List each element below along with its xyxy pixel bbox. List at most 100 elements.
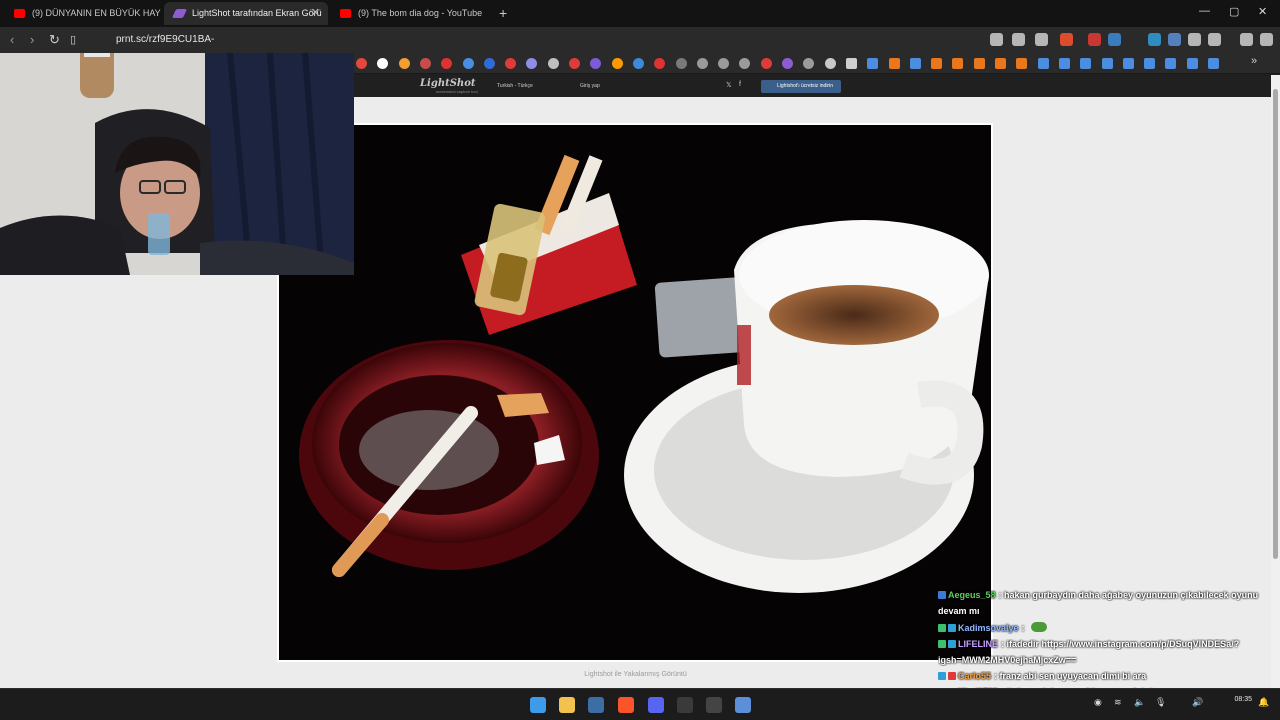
bookmark-icon[interactable] xyxy=(1080,58,1091,69)
bookmark-icon[interactable] xyxy=(1144,58,1155,69)
obs-icon[interactable] xyxy=(677,697,693,713)
bookmark-icon[interactable] xyxy=(420,58,431,69)
brave-browser-icon[interactable] xyxy=(618,697,634,713)
chat-message: devam mı xyxy=(938,606,1274,617)
bookmark-icon[interactable] xyxy=(1165,58,1176,69)
bookmark-icon[interactable] xyxy=(697,58,708,69)
twitter-icon[interactable]: 𝕏 xyxy=(726,81,732,89)
bookmark-icon[interactable] xyxy=(676,58,687,69)
bookmark-icon[interactable] xyxy=(441,58,452,69)
bookmark-icon[interactable] xyxy=(718,58,729,69)
bookmark-icon[interactable] xyxy=(846,58,857,69)
wifi-icon[interactable]: ≋ xyxy=(1114,697,1122,708)
bookmark-icon[interactable] xyxy=(825,58,836,69)
reload-button[interactable]: ↻ xyxy=(49,32,60,48)
facebook-icon[interactable]: f xyxy=(739,81,741,88)
bookmark-icon[interactable] xyxy=(1016,58,1027,69)
ublock-icon[interactable] xyxy=(1088,33,1101,46)
cast-icon[interactable] xyxy=(990,33,1003,46)
chat-username[interactable]: LIFELINE xyxy=(958,639,998,649)
bookmark-icon[interactable] xyxy=(910,58,921,69)
lightshot-tagline: screenshot capture tool xyxy=(436,89,478,94)
bookmark-icon[interactable]: ▯ xyxy=(70,33,76,46)
bookmark-icon[interactable] xyxy=(612,58,623,69)
puzzle-icon[interactable] xyxy=(1188,33,1201,46)
bookmark-icon[interactable] xyxy=(505,58,516,69)
network-icon[interactable]: ◉ xyxy=(1094,697,1102,708)
new-tab-button[interactable]: + xyxy=(499,5,507,21)
wave-icon[interactable] xyxy=(1108,33,1121,46)
bookmark-icon[interactable] xyxy=(463,58,474,69)
bookmark-icon[interactable] xyxy=(1123,58,1134,69)
download-button[interactable]: Lightshot'ı ücretsiz indirin xyxy=(761,80,841,93)
bookmark-icon[interactable] xyxy=(1059,58,1070,69)
speaker-icon[interactable]: 🔊 xyxy=(1192,697,1203,708)
back-button[interactable]: ‹ xyxy=(10,32,14,47)
bookmark-icon[interactable] xyxy=(867,58,878,69)
close-window-button[interactable]: ✕ xyxy=(1258,5,1267,18)
forward-button[interactable]: › xyxy=(30,32,34,47)
bookmark-icon[interactable] xyxy=(654,58,665,69)
chat-text: : hakan gurbaydın daha ağabey oyunuzun ç… xyxy=(998,590,1259,600)
bookmark-icon[interactable] xyxy=(377,58,388,69)
extension-tab-icon[interactable] xyxy=(1168,33,1181,46)
bookmark-icon[interactable] xyxy=(484,58,495,69)
bookmark-icon[interactable] xyxy=(569,58,580,69)
tab-1[interactable]: (9) DÜNYANIN EN BÜYÜK HAY BANKA xyxy=(4,2,162,25)
brave-shield-icon[interactable] xyxy=(1060,33,1073,46)
address-bar-row: ‹ › ↻ ▯ prnt.sc/rzf9E9CU1BA- xyxy=(0,27,1280,53)
playlist-icon[interactable] xyxy=(1240,33,1253,46)
bookmark-icon[interactable] xyxy=(633,58,644,69)
bookmark-icon[interactable] xyxy=(1038,58,1049,69)
bookmark-icon[interactable] xyxy=(399,58,410,69)
bookmark-icon[interactable] xyxy=(1102,58,1113,69)
bookmark-icon[interactable] xyxy=(526,58,537,69)
lightshot-logo[interactable]: LightShot xyxy=(420,78,476,89)
bookmark-icon[interactable] xyxy=(1208,58,1219,69)
chat-badge-icon xyxy=(938,672,946,680)
bookmark-icon[interactable] xyxy=(889,58,900,69)
network-app-icon[interactable] xyxy=(735,697,751,713)
bookmark-icon[interactable] xyxy=(590,58,601,69)
extension-s-icon[interactable] xyxy=(1148,33,1161,46)
chat-text: : franz abi sen uyuyacan dimi bi ara xyxy=(994,671,1147,681)
bookmark-icon[interactable] xyxy=(548,58,559,69)
epic-games-icon[interactable] xyxy=(706,697,722,713)
clock[interactable]: 08:35 xyxy=(1226,695,1252,704)
tab-3[interactable]: (9) The bom dia dog - YouTube xyxy=(330,2,495,25)
bookmark-icon[interactable] xyxy=(739,58,750,69)
login-link[interactable]: Giriş yap xyxy=(580,83,600,89)
bookmark-icon[interactable] xyxy=(995,58,1006,69)
chat-username[interactable]: Aegeus_58 xyxy=(948,590,996,600)
bookmark-icon[interactable] xyxy=(356,58,367,69)
bookmark-icon[interactable] xyxy=(952,58,963,69)
share-icon[interactable] xyxy=(1035,33,1048,46)
windows-start-icon[interactable] xyxy=(530,697,546,713)
menu-icon[interactable] xyxy=(1260,33,1273,46)
discord-icon[interactable] xyxy=(648,697,664,713)
scrollbar-thumb[interactable] xyxy=(1273,89,1278,559)
tab-2[interactable]: LightShot tarafından Ekran Görü ✕ xyxy=(164,2,328,25)
language-selector[interactable]: Turkish - Türkçe xyxy=(497,83,533,89)
more-bookmarks-icon[interactable]: » xyxy=(1251,55,1257,67)
notifications-icon[interactable]: 🔔 xyxy=(1258,697,1269,708)
chat-username[interactable]: Kadimsovalye xyxy=(958,623,1019,633)
volume-icon[interactable]: 🔈 xyxy=(1134,697,1145,708)
close-tab-icon[interactable]: ✕ xyxy=(311,2,320,25)
bookmark-icon[interactable] xyxy=(803,58,814,69)
bookmark-icon[interactable] xyxy=(782,58,793,69)
bookmark-icon[interactable] xyxy=(761,58,772,69)
zoom-icon[interactable] xyxy=(1012,33,1025,46)
steam-icon[interactable] xyxy=(588,697,604,713)
bookmark-icon[interactable] xyxy=(1187,58,1198,69)
sidebar-icon[interactable] xyxy=(1208,33,1221,46)
mic-icon[interactable]: 🎙 xyxy=(1155,697,1166,708)
bookmark-icon[interactable] xyxy=(974,58,985,69)
file-explorer-icon[interactable] xyxy=(559,697,575,713)
minimize-button[interactable]: — xyxy=(1199,5,1210,17)
bookmark-icon[interactable] xyxy=(931,58,942,69)
url-field[interactable]: prnt.sc/rzf9E9CU1BA- xyxy=(116,34,214,45)
screenshot-image[interactable] xyxy=(279,125,991,660)
maximize-button[interactable]: ▢ xyxy=(1229,5,1239,18)
chat-username[interactable]: Carlo55 xyxy=(958,671,991,681)
